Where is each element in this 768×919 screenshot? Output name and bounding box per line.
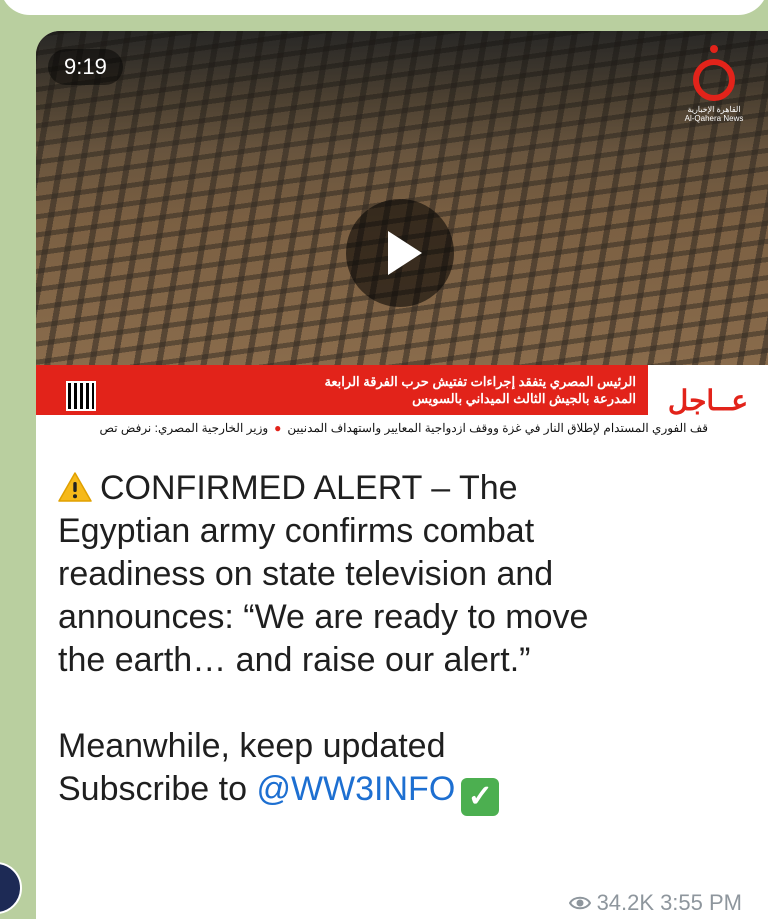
video-thumbnail[interactable]: 9:19 القاهرة الإخبارية Al-Qahera News ال… — [36, 31, 768, 441]
logo-mark-icon — [693, 59, 735, 101]
video-duration-badge: 9:19 — [48, 49, 123, 85]
message-time: 3:55 PM — [660, 890, 742, 915]
message-bubble: 9:19 القاهرة الإخبارية Al-Qahera News ال… — [36, 31, 768, 919]
ticker-text-2: وزير الخارجية المصري: نرفض تص — [99, 421, 269, 435]
channel-logo: القاهرة الإخبارية Al-Qahera News — [684, 59, 744, 123]
message-meta: 34.2K 3:55 PM — [568, 889, 742, 917]
headline-line-1: الرئيس المصري يتفقد إجراءات تفتيش حرب ال… — [324, 374, 636, 389]
ticker-text-1: قف الفوري المستدام لإطلاق النار في غزة و… — [287, 421, 708, 435]
message-line-1: CONFIRMED ALERT – The — [58, 467, 748, 510]
message-text: CONFIRMED ALERT – The Egyptian army conf… — [58, 467, 748, 816]
message-line-5: the earth… and raise our alert.” — [58, 641, 531, 679]
play-button[interactable] — [346, 199, 454, 307]
channel-avatar[interactable] — [0, 862, 22, 914]
logo-text: القاهرة الإخبارية Al-Qahera News — [684, 105, 744, 123]
message-line-2: Egyptian army confirms combat — [58, 512, 535, 550]
qr-code-icon — [66, 381, 96, 411]
message-line-6: Meanwhile, keep updated — [58, 727, 446, 765]
eye-icon — [568, 896, 591, 910]
previous-message-bubble — [0, 0, 768, 15]
view-count: 34.2K — [596, 890, 655, 915]
message-line-4: announces: “We are ready to move — [58, 598, 589, 636]
channel-mention-link[interactable]: @WW3INFO — [256, 770, 455, 808]
ticker-separator-icon: ● — [274, 421, 282, 435]
news-ticker: قف الفوري المستدام لإطلاق النار في غزة و… — [36, 415, 768, 441]
check-icon: ✓ — [461, 778, 500, 816]
message-line-3: readiness on state television and — [58, 555, 554, 593]
subscribe-prefix: Subscribe to — [58, 770, 257, 808]
headline-line-2: المدرعة بالجيش الثالث الميداني بالسويس — [412, 391, 636, 406]
message-line-7: Subscribe to @WW3INFO ✓ — [58, 768, 748, 816]
play-icon — [388, 231, 422, 275]
warning-icon — [58, 472, 92, 502]
